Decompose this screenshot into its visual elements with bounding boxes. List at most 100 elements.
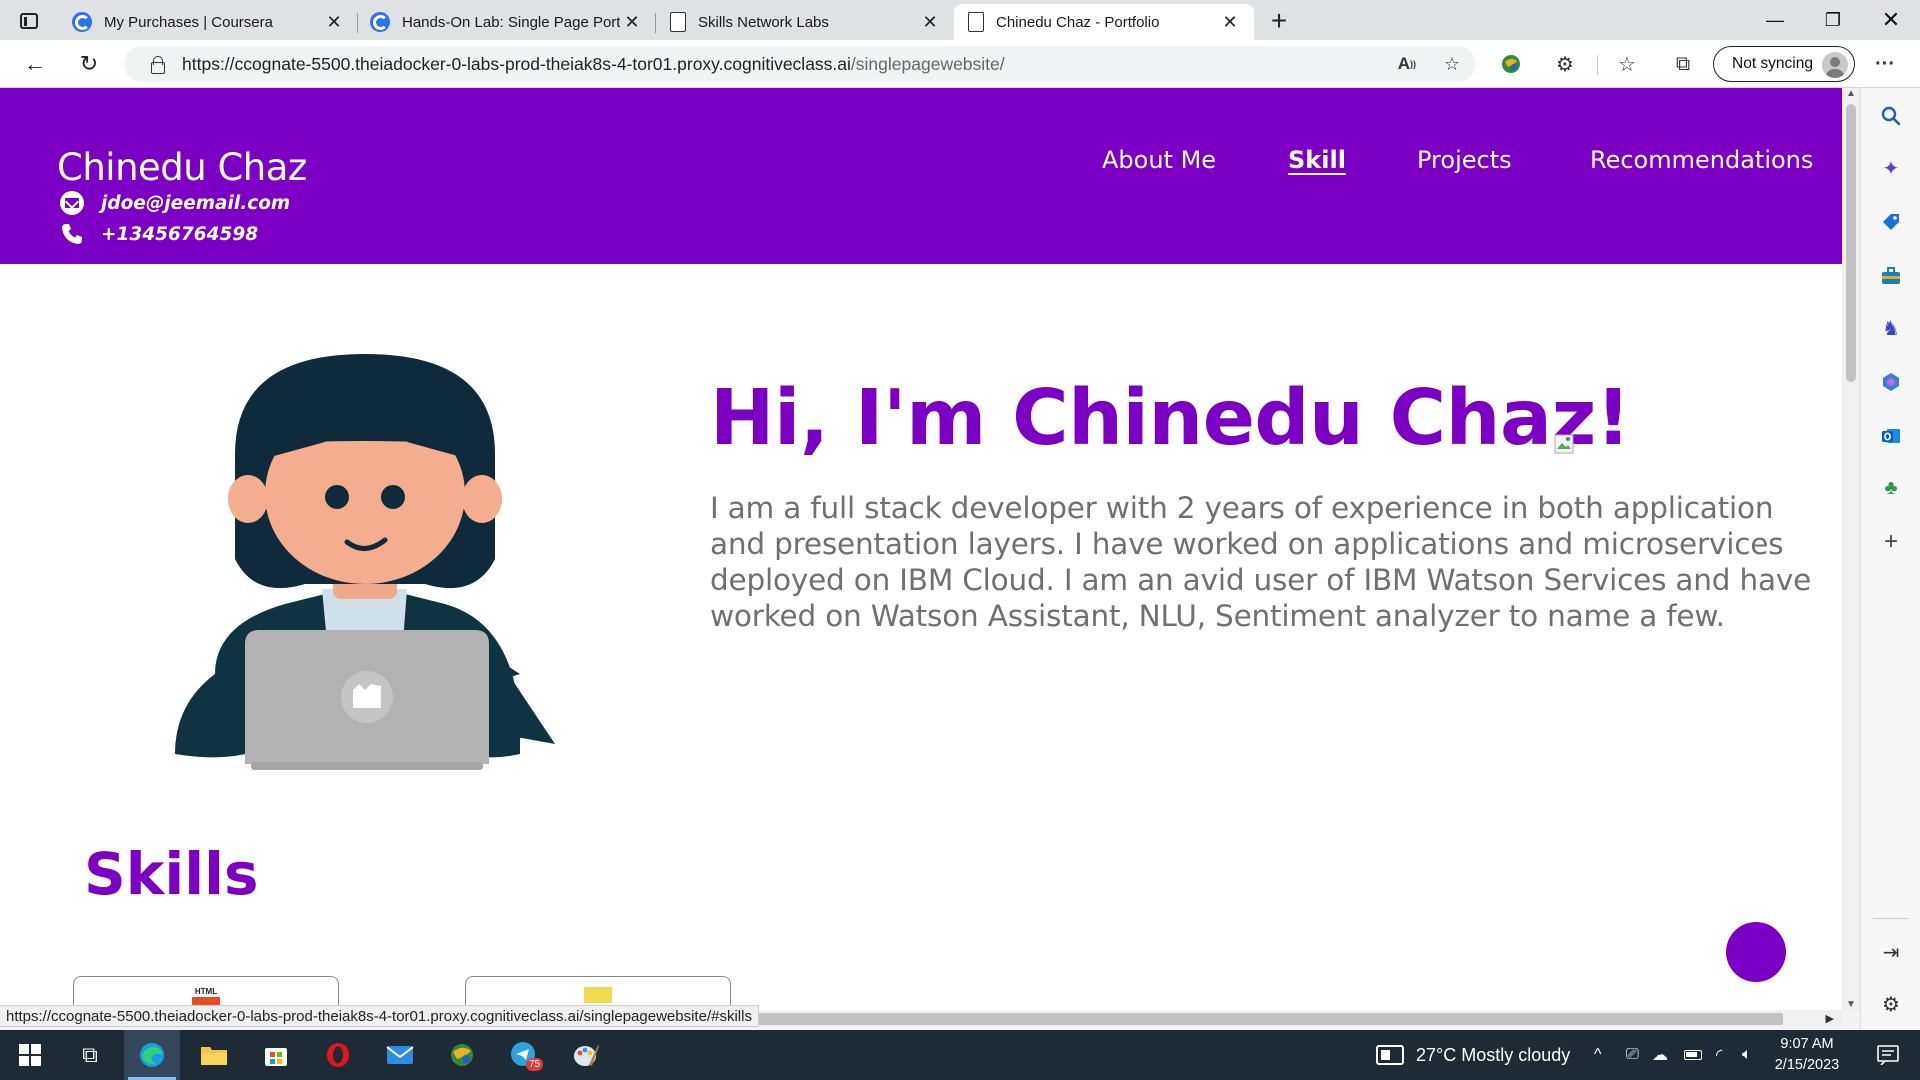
phone-text: +13456764598	[101, 223, 259, 245]
nav-projects[interactable]: Projects	[1417, 146, 1512, 174]
page-icon	[968, 12, 984, 32]
coursera-icon	[370, 12, 390, 32]
profile-button[interactable]: Not syncing	[1713, 46, 1855, 82]
nav-skill[interactable]: Skill	[1288, 146, 1346, 174]
close-window-button[interactable]: ✕	[1862, 0, 1920, 40]
close-tab-icon[interactable]: ✕	[620, 12, 644, 33]
tab-portfolio[interactable]: Chinedu Chaz - Portfolio ✕	[954, 4, 1254, 40]
address-bar[interactable]: https://ccognate-5500.theiadocker-0-labs…	[124, 46, 1476, 82]
html-icon: HTML	[192, 987, 220, 1005]
copilot-sparkle-icon[interactable]: ✦	[1875, 152, 1907, 184]
more-options-icon[interactable]: ···	[1868, 48, 1902, 80]
favorites-icon[interactable]: ☆	[1610, 48, 1644, 80]
telegram-icon[interactable]: 75	[496, 1030, 552, 1080]
tab-hands-on-lab[interactable]: Hands-On Lab: Single Page Portf ✕	[358, 4, 656, 40]
nav-about-me[interactable]: About Me	[1102, 146, 1216, 174]
task-view-icon[interactable]: ⧉	[62, 1030, 118, 1080]
tab-title: Skills Network Labs	[698, 13, 829, 31]
tools-icon[interactable]	[1875, 260, 1907, 292]
nav-recommendations[interactable]: Recommendations	[1590, 146, 1813, 174]
phone-icon	[60, 222, 84, 246]
collections-icon[interactable]: ⧉	[1666, 48, 1700, 80]
telegram-badge: 75	[526, 1058, 544, 1071]
close-tab-icon[interactable]: ✕	[918, 12, 942, 33]
phone-contact: +13456764598	[60, 222, 258, 246]
tree-icon[interactable]: ♣	[1875, 472, 1907, 504]
site-header: Chinedu Chaz jdoe@jeemail.com +134567645…	[0, 88, 1842, 264]
weather-text: 27°C Mostly cloudy	[1416, 1044, 1571, 1065]
onedrive-icon[interactable]: ☁	[1652, 1030, 1668, 1080]
mail-icon[interactable]	[372, 1030, 428, 1080]
skills-heading: Skills	[84, 840, 259, 908]
games-icon[interactable]: ♞	[1875, 312, 1907, 344]
volume-icon[interactable]: 🔈︎	[1742, 1030, 1752, 1080]
close-tab-icon[interactable]: ✕	[322, 12, 346, 33]
scroll-right-icon[interactable]: ▶	[1826, 1011, 1834, 1027]
extension-globe-icon[interactable]	[1494, 48, 1528, 80]
lock-icon[interactable]	[150, 56, 165, 74]
email-contact: jdoe@jeemail.com	[60, 191, 290, 215]
notifications-icon[interactable]	[1868, 1030, 1908, 1080]
battery-icon[interactable]	[1684, 1030, 1702, 1080]
email-text: jdoe@jeemail.com	[101, 192, 291, 214]
sidebar-settings-icon[interactable]: ⚙	[1875, 988, 1907, 1020]
outlook-icon[interactable]	[1875, 420, 1907, 452]
close-tab-icon[interactable]: ✕	[1218, 12, 1242, 33]
scroll-up-icon[interactable]: ▲	[1842, 88, 1860, 99]
minimize-button[interactable]: —	[1746, 0, 1804, 40]
tab-my-purchases[interactable]: My Purchases | Coursera ✕	[60, 4, 358, 40]
show-hidden-icons[interactable]: ^	[1594, 1030, 1602, 1080]
extensions-icon[interactable]: ⚙	[1548, 48, 1582, 80]
vertical-scrollbar[interactable]: ▲ ▼	[1842, 88, 1860, 1010]
add-sidebar-app-icon[interactable]: +	[1875, 526, 1907, 558]
news-icon	[1376, 1045, 1404, 1065]
edge-sidebar: ✦ ♞ ♣ + ⇥ ⚙	[1860, 88, 1920, 1030]
tab-title: Chinedu Chaz - Portfolio	[996, 13, 1160, 31]
meet-now-icon[interactable]: ⎚	[1626, 1030, 1639, 1080]
tab-actions-icon[interactable]	[14, 8, 44, 34]
url-host: https://ccognate-5500.theiadocker-0-labs…	[182, 53, 851, 74]
status-url: https://ccognate-5500.theiadocker-0-labs…	[0, 1005, 759, 1027]
avatar-illustration	[175, 354, 555, 770]
wifi-icon[interactable]: ◜	[1716, 1030, 1722, 1080]
scroll-down-icon[interactable]: ▼	[1842, 999, 1860, 1010]
vertical-scroll-thumb[interactable]	[1846, 104, 1856, 382]
refresh-button[interactable]: ↻	[72, 48, 106, 80]
system-clock[interactable]: 9:07 AM 2/15/2023	[1770, 1034, 1844, 1076]
broken-image-icon	[1554, 434, 1574, 454]
add-favorite-icon[interactable]: ☆	[1444, 46, 1460, 82]
search-icon[interactable]	[1875, 100, 1907, 132]
file-explorer-icon[interactable]	[186, 1030, 242, 1080]
paint-icon[interactable]	[558, 1030, 614, 1080]
tab-title: My Purchases | Coursera	[104, 13, 273, 31]
hero-title: Hi, I'm Chinedu Chaz!	[710, 374, 1631, 463]
weather-widget[interactable]: 27°C Mostly cloudy	[1376, 1030, 1570, 1080]
coursera-icon	[72, 12, 92, 32]
shopping-tag-icon[interactable]	[1875, 206, 1907, 238]
edge-browser-icon[interactable]	[124, 1030, 180, 1080]
windows-taskbar: ⧉ 75 27°C Mostly cloudy ^ ⎚ ☁ ◜ 🔈︎ 9:07 …	[0, 1030, 1920, 1080]
avatar	[1822, 52, 1848, 78]
restore-button[interactable]: ❐	[1804, 0, 1862, 40]
url-path: /singlepagewebsite/	[850, 53, 1005, 74]
floating-action-button[interactable]	[1726, 922, 1786, 982]
microsoft-store-icon[interactable]	[248, 1030, 304, 1080]
page-viewport: Chinedu Chaz jdoe@jeemail.com +134567645…	[0, 88, 1842, 1010]
gaming-app-icon[interactable]	[434, 1030, 490, 1080]
js-icon	[584, 987, 612, 1003]
html-logo-text: HTML	[194, 987, 218, 996]
page-icon	[670, 12, 686, 32]
clock-time: 9:07 AM	[1780, 1036, 1834, 1052]
tab-skills-network-labs[interactable]: Skills Network Labs ✕	[656, 4, 954, 40]
new-tab-button[interactable]: +	[1262, 4, 1296, 38]
hero-description: I am a full stack developer with 2 years…	[710, 491, 1812, 633]
microsoft-365-icon[interactable]	[1875, 366, 1907, 398]
hide-sidebar-icon[interactable]: ⇥	[1875, 936, 1907, 968]
clock-date: 2/15/2023	[1774, 1057, 1840, 1073]
opera-icon[interactable]	[310, 1030, 366, 1080]
site-name: Chinedu Chaz	[57, 146, 307, 189]
profile-label: Not syncing	[1732, 55, 1813, 72]
start-icon[interactable]	[2, 1030, 58, 1080]
back-button[interactable]: ←	[18, 48, 52, 80]
read-aloud-icon[interactable]: A))	[1398, 46, 1416, 82]
